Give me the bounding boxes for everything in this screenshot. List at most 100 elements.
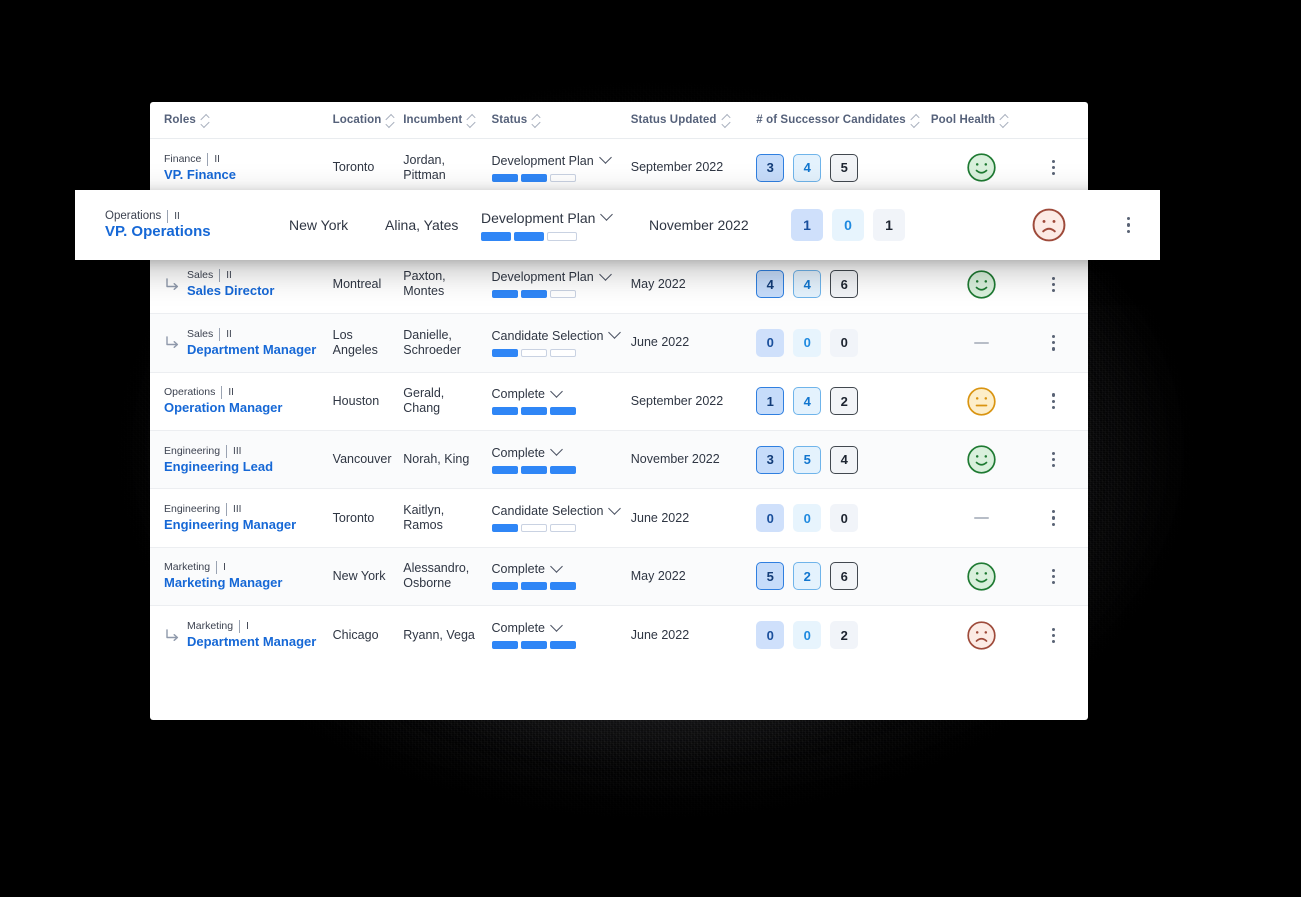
sort-icon[interactable] [467,114,476,127]
role-title-link[interactable]: VP. Finance [164,167,236,183]
sort-icon[interactable] [722,114,731,127]
chevron-down-icon[interactable] [598,151,612,165]
successor-badge-ready[interactable]: 3 [756,445,785,474]
highlighted-table-row[interactable]: Operations II VP. Operations New York Alina,… [75,190,1160,260]
successor-badge-developing[interactable]: 4 [793,153,822,182]
successor-badge-total[interactable]: 6 [830,562,859,591]
role-title-link[interactable]: Sales Director [187,283,274,299]
more-vertical-icon[interactable] [1033,393,1074,410]
cell-roles[interactable]: Finance II VP. Finance [164,152,333,183]
successor-badge-total[interactable]: 4 [830,445,859,474]
cell-row-actions[interactable] [1033,335,1074,351]
cell-roles[interactable]: Marketing I Marketing Manager [164,561,333,591]
successor-badge-developing[interactable]: 2 [793,562,822,591]
table-row[interactable]: Engineering III Engineering Manager Toronto… [150,489,1088,548]
successor-badge-developing[interactable]: 0 [793,621,822,650]
cell-roles[interactable]: Engineering III Engineering Manager [164,503,333,533]
successor-badge-ready[interactable]: 1 [756,387,785,416]
status-dropdown[interactable]: Candidate Selection [492,501,622,518]
successor-badge-developing[interactable]: 4 [793,270,822,299]
cell-row-actions[interactable] [1033,451,1074,468]
successor-badge-developing[interactable]: 5 [793,445,822,474]
cell-row-actions[interactable] [1033,510,1074,526]
status-dropdown[interactable]: Development Plan [492,268,612,284]
role-title-link[interactable]: Engineering Manager [164,517,296,533]
cell-row-actions[interactable] [1033,568,1074,585]
cell-roles[interactable]: Operations II VP. Operations [89,210,289,240]
role-title-link[interactable]: VP. Operations [105,224,211,240]
role-title-link[interactable]: Operation Manager [164,400,282,416]
cell-status[interactable]: Candidate Selection [491,501,631,533]
table-row[interactable]: Sales II Sales Director Montreal Paxton, Mon… [150,255,1088,315]
table-row[interactable]: Marketing I Department Manager Chicago Ryann… [150,606,1088,665]
role-title-link[interactable]: Department Manager [187,342,316,358]
sort-icon[interactable] [532,114,541,127]
successor-badge-total[interactable]: 0 [830,328,859,357]
column-header-incumbent[interactable]: Incumbent [403,114,491,127]
sort-icon[interactable] [201,114,210,127]
chevron-down-icon[interactable] [600,208,614,221]
sort-icon[interactable] [1000,114,1009,127]
role-title-link[interactable]: Engineering Lead [164,459,273,475]
chevron-down-icon[interactable] [550,443,563,457]
successor-badge-ready[interactable]: 5 [756,562,785,591]
successor-badge-total[interactable]: 2 [830,387,859,416]
chevron-down-icon[interactable] [608,501,622,515]
cell-roles[interactable]: Marketing I Department Manager [164,620,333,650]
successor-badge-developing[interactable]: 0 [832,209,864,241]
status-dropdown[interactable]: Complete [492,560,576,576]
cell-roles[interactable]: Operations II Operation Manager [164,386,333,416]
successor-badge-developing[interactable]: 4 [793,387,822,416]
sort-icon[interactable] [386,114,395,127]
successor-badge-ready[interactable]: 1 [791,209,823,241]
successor-badge-total[interactable]: 6 [830,270,859,299]
cell-status[interactable]: Development Plan [481,208,649,241]
more-vertical-icon[interactable] [1033,510,1074,526]
role-title-link[interactable]: Marketing Manager [164,575,282,591]
column-header-successors[interactable]: # of Successor Candidates [756,114,931,127]
cell-status[interactable]: Complete [491,560,631,591]
successor-badge-total[interactable]: 1 [873,209,905,241]
cell-status[interactable]: Development Plan [491,268,631,299]
chevron-down-icon[interactable] [598,268,612,281]
cell-roles[interactable]: Sales II Sales Director [164,269,333,299]
chevron-down-icon[interactable] [550,618,563,632]
more-vertical-icon[interactable] [1033,568,1074,585]
more-vertical-icon[interactable] [1033,335,1074,351]
cell-roles[interactable]: Engineering III Engineering Lead [164,444,333,475]
cell-row-actions[interactable] [1033,159,1074,176]
successor-badge-ready[interactable]: 4 [756,270,785,299]
successor-badge-total[interactable]: 5 [830,153,859,182]
cell-status[interactable]: Complete [491,443,631,474]
status-dropdown[interactable]: Complete [492,618,576,635]
successor-badge-ready[interactable]: 0 [756,328,785,357]
column-header-pool-health[interactable]: Pool Health [931,114,1033,127]
successor-badge-developing[interactable]: 0 [793,504,822,533]
sort-icon[interactable] [911,114,920,127]
cell-row-actions[interactable] [1033,627,1074,644]
successor-badge-total[interactable]: 2 [830,621,859,650]
table-row[interactable]: Sales II Department Manager Los Angeles Dani… [150,314,1088,373]
table-row[interactable]: Finance II VP. Finance Toronto Jordan, Pittm… [150,139,1088,198]
status-dropdown[interactable]: Complete [492,384,576,401]
table-row[interactable]: Operations II Operation Manager Houston Gera… [150,372,1088,431]
table-row[interactable]: Engineering III Engineering Lead Vancouver N… [150,430,1088,490]
successor-badge-ready[interactable]: 0 [756,504,785,533]
successor-badge-ready[interactable]: 3 [756,153,785,182]
cell-row-actions[interactable] [1111,216,1146,234]
cell-status[interactable]: Complete [491,618,631,650]
more-vertical-icon[interactable] [1033,159,1074,176]
chevron-down-icon[interactable] [608,326,622,340]
chevron-down-icon[interactable] [550,560,563,573]
more-vertical-icon[interactable] [1033,451,1074,468]
column-header-status[interactable]: Status [492,114,631,127]
column-header-roles[interactable]: Roles [164,114,333,127]
successor-badge-ready[interactable]: 0 [756,621,785,650]
column-header-updated[interactable]: Status Updated [631,114,757,127]
status-dropdown[interactable]: Development Plan [481,208,614,226]
cell-row-actions[interactable] [1033,393,1074,410]
table-row[interactable]: Marketing I Marketing Manager New York Aless… [150,547,1088,607]
cell-status[interactable]: Development Plan [491,151,631,182]
status-dropdown[interactable]: Complete [492,443,576,460]
status-dropdown[interactable]: Development Plan [492,151,612,168]
